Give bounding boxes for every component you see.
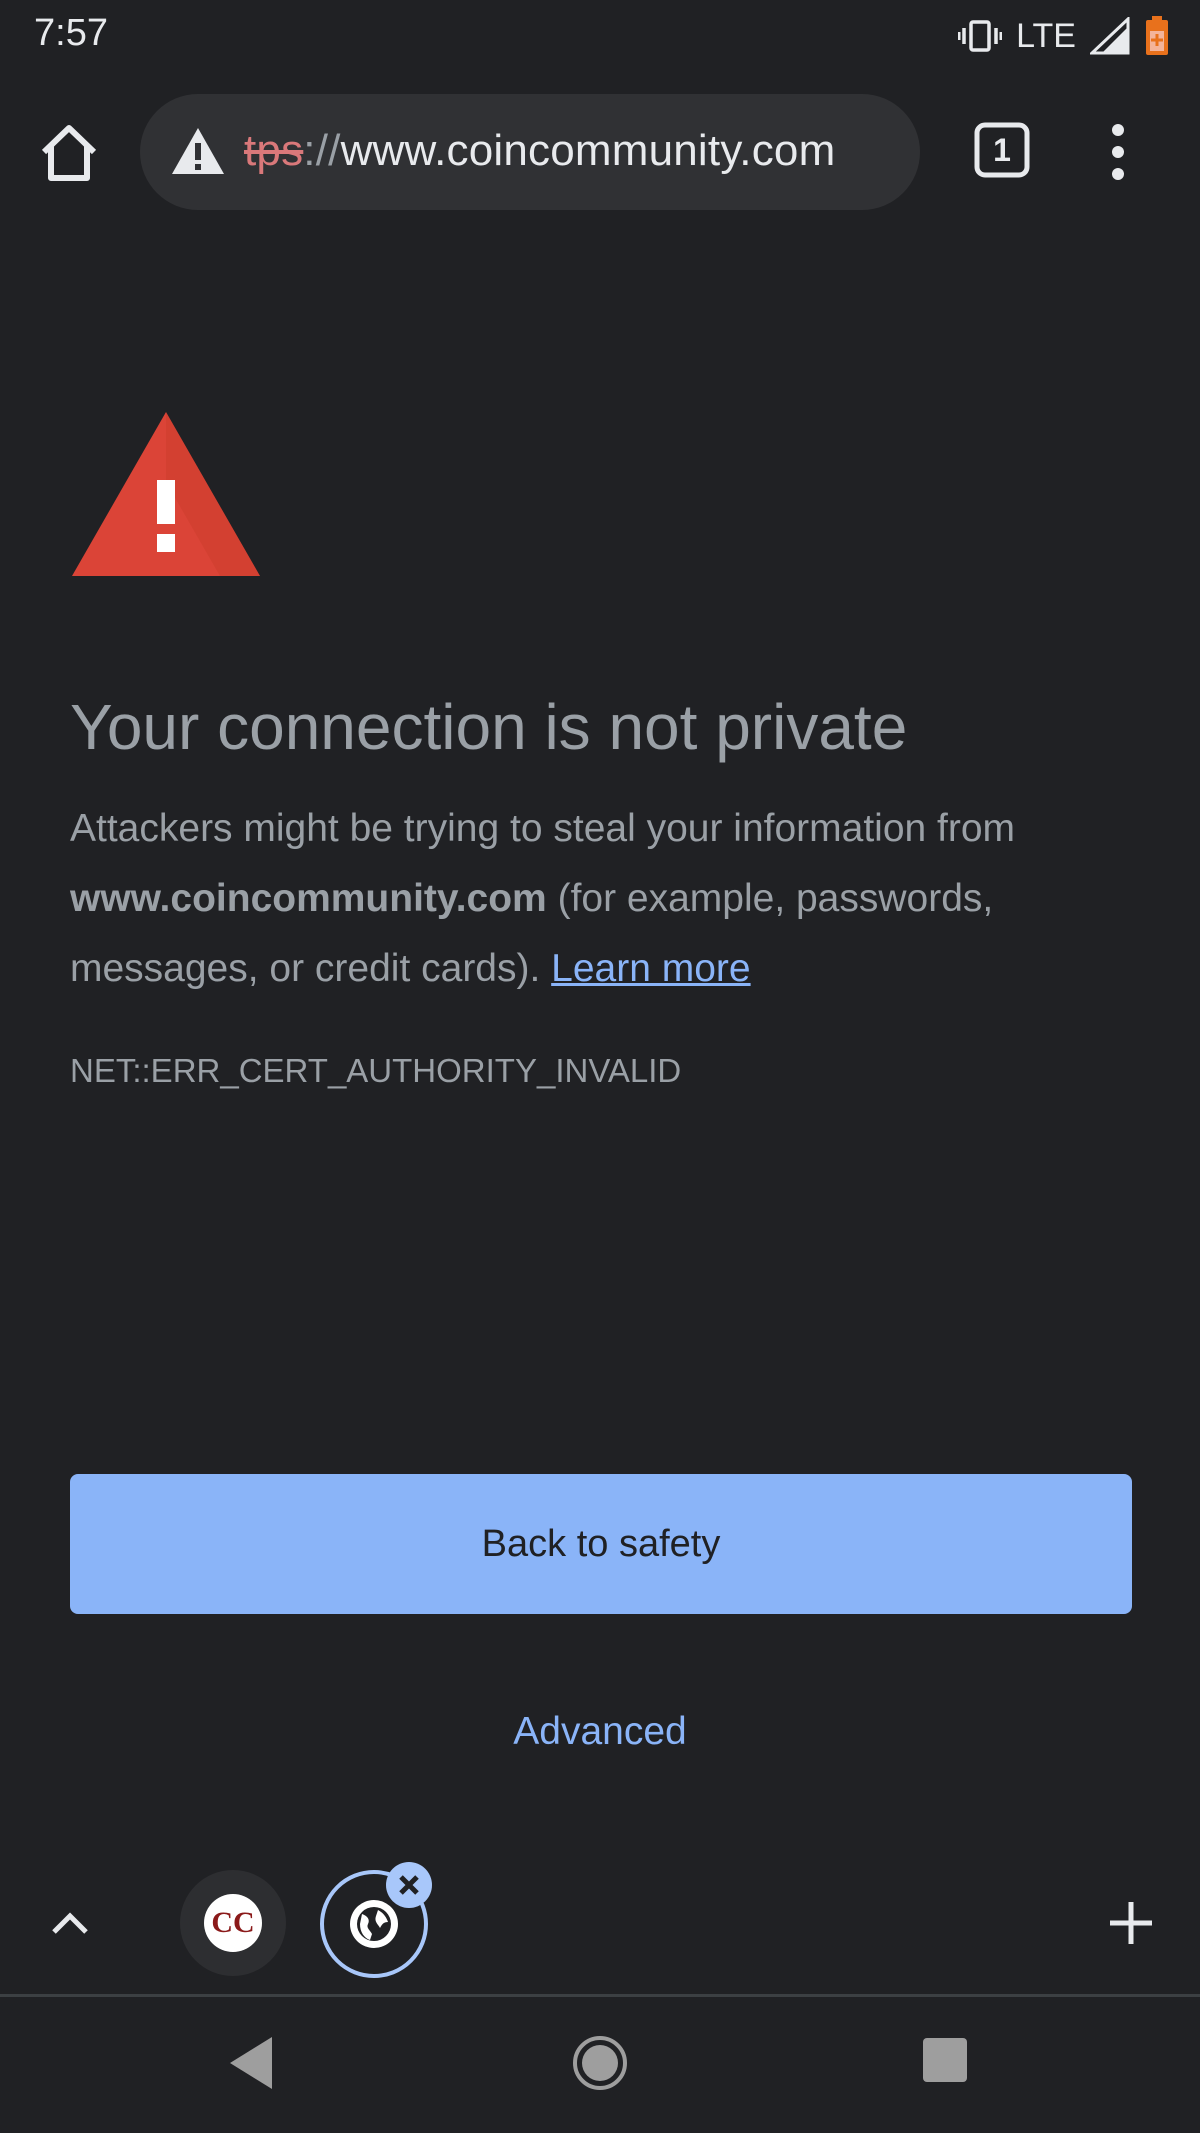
status-bar: 7:57 LTE <box>0 0 1200 72</box>
advanced-button[interactable]: Advanced <box>400 1692 800 1772</box>
vibrate-icon <box>958 20 1003 52</box>
system-nav-bar <box>0 1997 1200 2133</box>
learn-more-link[interactable]: Learn more <box>551 947 750 990</box>
error-code: NET::ERR_CERT_AUTHORITY_INVALID <box>70 1052 682 1089</box>
body-domain: www.coincommunity.com <box>70 877 547 920</box>
back-icon[interactable] <box>226 2035 276 2091</box>
warning-triangle-icon <box>72 412 260 576</box>
overflow-menu-icon <box>1112 124 1124 180</box>
url-text[interactable]: tps://www.coincommunity.com <box>244 126 835 176</box>
close-icon <box>399 1875 419 1895</box>
network-type: LTE <box>1016 16 1076 55</box>
home-button[interactable] <box>38 122 100 184</box>
body-prefix: Attackers might be trying to steal your … <box>70 807 1016 850</box>
back-to-safety-button[interactable]: Back to safety <box>70 1474 1132 1614</box>
close-tab-button[interactable] <box>386 1862 432 1908</box>
omnibox[interactable]: tps://www.coincommunity.com <box>140 94 920 210</box>
tab-strip: CC <box>0 1852 1200 1997</box>
battery-icon <box>1146 16 1168 55</box>
status-time: 7:57 <box>34 12 108 54</box>
tab-coincommunity[interactable]: CC <box>180 1870 286 1976</box>
home-icon <box>41 125 97 181</box>
home-nav-icon[interactable] <box>572 2035 628 2091</box>
status-icons: LTE <box>958 12 1170 60</box>
url-host: www.coincommunity.com <box>340 126 836 175</box>
browser-toolbar: tps://www.coincommunity.com 1 <box>0 72 1200 232</box>
signal-icon <box>1090 17 1130 55</box>
page-title: Your connection is not private <box>70 691 908 763</box>
warning-description: Attackers might be trying to steal your … <box>70 794 1130 1004</box>
globe-icon <box>350 1900 398 1948</box>
not-secure-warning-icon[interactable] <box>170 126 226 176</box>
recents-icon[interactable] <box>922 2037 968 2083</box>
url-scheme: tps <box>244 126 304 175</box>
url-separator: :// <box>303 126 341 175</box>
chevron-up-icon[interactable] <box>48 1902 92 1946</box>
add-icon[interactable] <box>1106 1898 1156 1948</box>
tab-switcher-button[interactable]: 1 <box>972 120 1032 180</box>
cc-favicon: CC <box>204 1894 262 1952</box>
overflow-menu-button[interactable] <box>1100 116 1136 188</box>
interstitial-page: Your connection is not private Attackers… <box>0 232 1200 1852</box>
tab-count: 1 <box>993 131 1011 168</box>
